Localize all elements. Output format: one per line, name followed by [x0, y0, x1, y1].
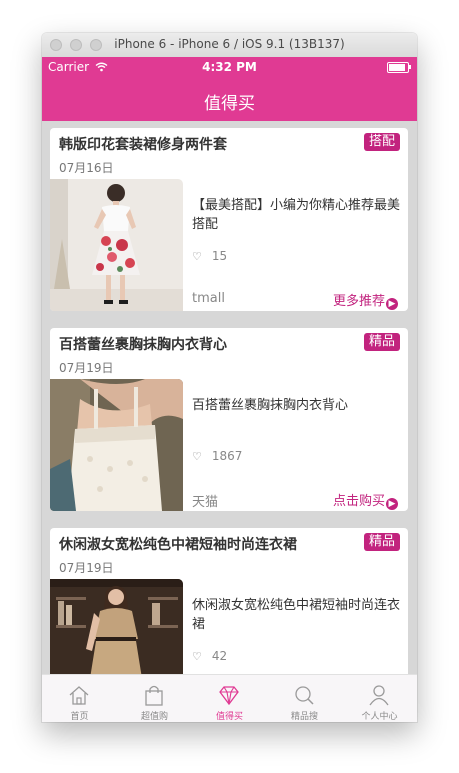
- product-image[interactable]: [50, 579, 183, 674]
- simulator-window: iPhone 6 - iPhone 6 / iOS 9.1 (13B137) C…: [42, 33, 417, 722]
- tab-deals[interactable]: 超值购: [117, 675, 192, 722]
- home-icon: [69, 686, 89, 705]
- store-name: tmall: [192, 291, 225, 306]
- page-title: 值得买: [204, 94, 255, 114]
- shopping-bag-icon: [145, 685, 163, 706]
- deal-card[interactable]: 韩版印花套装裙修身两件套 搭配 07月16日 【最美搭配】小编为你精心推荐最美搭…: [50, 128, 408, 311]
- heart-icon: ♡: [192, 650, 202, 663]
- product-image[interactable]: [50, 179, 183, 311]
- action-label: 更多推荐: [332, 294, 385, 309]
- tab-bar: 首页 超值购 值得买 精品搜 个人中心: [42, 674, 417, 722]
- action-label: 点击购买: [332, 494, 385, 509]
- arrow-right-icon: ▶: [386, 298, 398, 310]
- arrow-right-icon: ▶: [386, 498, 398, 510]
- heart-icon: ♡: [192, 250, 202, 263]
- card-title: 休闲淑女宽松纯色中裙短袖时尚连衣裙: [59, 537, 297, 553]
- like-count[interactable]: ♡ 15: [192, 249, 227, 263]
- card-description: 百搭蕾丝裹胸抹胸内衣背心: [192, 398, 349, 413]
- buy-now-link[interactable]: 点击购买 ▶: [333, 490, 398, 510]
- tab-profile[interactable]: 个人中心: [342, 675, 417, 722]
- deal-card[interactable]: 百搭蕾丝裹胸抹胸内衣背心 精品 07月19日 百搭蕾丝裹胸抹胸内衣背心 ♡ 18…: [50, 328, 408, 511]
- card-tag: 精品: [363, 533, 400, 551]
- tab-label: 个人中心: [361, 712, 398, 722]
- search-icon: [295, 686, 314, 705]
- deal-list[interactable]: 韩版印花套装裙修身两件套 搭配 07月16日 【最美搭配】小编为你精心推荐最美搭…: [42, 121, 417, 674]
- card-title: 百搭蕾丝裹胸抹胸内衣背心: [59, 337, 227, 353]
- card-date: 07月19日: [59, 361, 114, 375]
- tab-label: 首页: [70, 712, 89, 722]
- window-titlebar: iPhone 6 - iPhone 6 / iOS 9.1 (13B137): [42, 33, 417, 58]
- tab-worth-buying[interactable]: 值得买: [192, 675, 267, 722]
- battery-level: [389, 64, 405, 71]
- like-count[interactable]: ♡ 1867: [192, 449, 242, 463]
- store-name: 天猫: [192, 495, 219, 510]
- card-date: 07月19日: [59, 561, 114, 575]
- status-time: 4:32 PM: [202, 60, 257, 74]
- tab-search[interactable]: 精品搜: [267, 675, 342, 722]
- tab-label: 值得买: [215, 712, 243, 722]
- woman-in-floral-skirt-photo: [50, 179, 183, 311]
- lace-tube-top-photo: [50, 379, 183, 511]
- status-bar: Carrier 4:32 PM: [42, 57, 417, 77]
- card-description: 【最美搭配】小编为你精心推荐最美搭配: [192, 198, 401, 232]
- tab-label: 超值购: [140, 712, 168, 722]
- card-tag: 搭配: [363, 133, 400, 151]
- like-count-value: 15: [211, 249, 228, 263]
- deal-card[interactable]: 休闲淑女宽松纯色中裙短袖时尚连衣裙 精品 07月19日 休闲淑女宽松纯色中裙短袖…: [50, 528, 408, 674]
- window-title: iPhone 6 - iPhone 6 / iOS 9.1 (13B137): [114, 37, 345, 51]
- tab-home[interactable]: 首页: [42, 675, 117, 722]
- product-image[interactable]: [50, 379, 183, 511]
- navigation-bar: 值得买: [42, 77, 417, 121]
- card-date: 07月16日: [59, 161, 114, 175]
- person-icon: [369, 685, 389, 706]
- card-title: 韩版印花套装裙修身两件套: [59, 137, 227, 153]
- tab-label: 精品搜: [290, 712, 318, 722]
- woman-in-khaki-dress-photo: [50, 579, 183, 674]
- card-description: 休闲淑女宽松纯色中裙短袖时尚连衣裙: [192, 598, 401, 632]
- heart-icon: ♡: [192, 450, 202, 463]
- diamond-icon: [219, 686, 239, 706]
- like-count[interactable]: ♡ 42: [192, 649, 227, 663]
- more-recommendations-link[interactable]: 更多推荐 ▶: [333, 290, 398, 310]
- battery-icon: [387, 62, 411, 73]
- card-tag: 精品: [363, 333, 400, 351]
- like-count-value: 1867: [211, 449, 243, 463]
- like-count-value: 42: [211, 649, 228, 663]
